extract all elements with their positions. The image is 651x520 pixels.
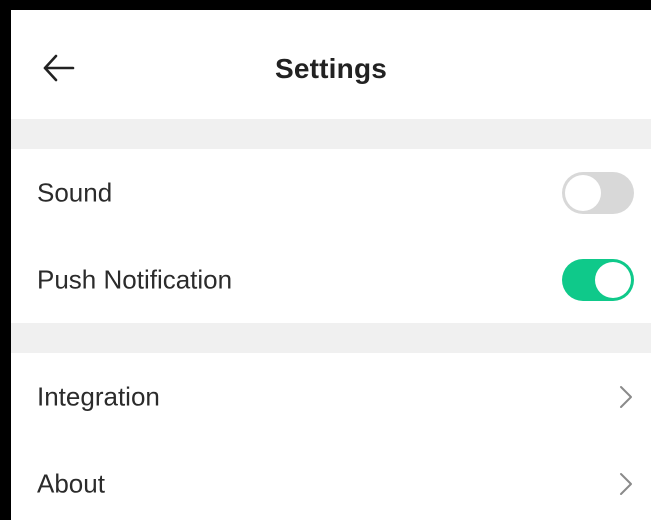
- push-notification-toggle[interactable]: [562, 258, 634, 301]
- settings-row-label: Sound: [37, 177, 113, 207]
- chevron-right-icon: [620, 472, 632, 495]
- settings-screen: Settings Sound Push Notification Integra…: [0, 0, 651, 520]
- page-title: Settings: [274, 53, 388, 84]
- toggle-knob: [565, 174, 601, 211]
- settings-row-sound[interactable]: Sound: [11, 149, 651, 236]
- sound-toggle[interactable]: [562, 171, 634, 214]
- settings-row-about[interactable]: About: [11, 440, 651, 520]
- settings-row-integration[interactable]: Integration: [11, 353, 651, 440]
- section-divider: [11, 119, 651, 149]
- settings-row-label: About: [37, 468, 105, 498]
- settings-row-label: Integration: [37, 381, 160, 411]
- app-header: Settings: [11, 10, 651, 119]
- settings-row-push-notification[interactable]: Push Notification: [11, 236, 651, 323]
- settings-row-label: Push Notification: [37, 264, 233, 294]
- toggle-knob: [595, 261, 631, 298]
- section-divider: [11, 323, 651, 353]
- chevron-right-icon: [620, 385, 632, 408]
